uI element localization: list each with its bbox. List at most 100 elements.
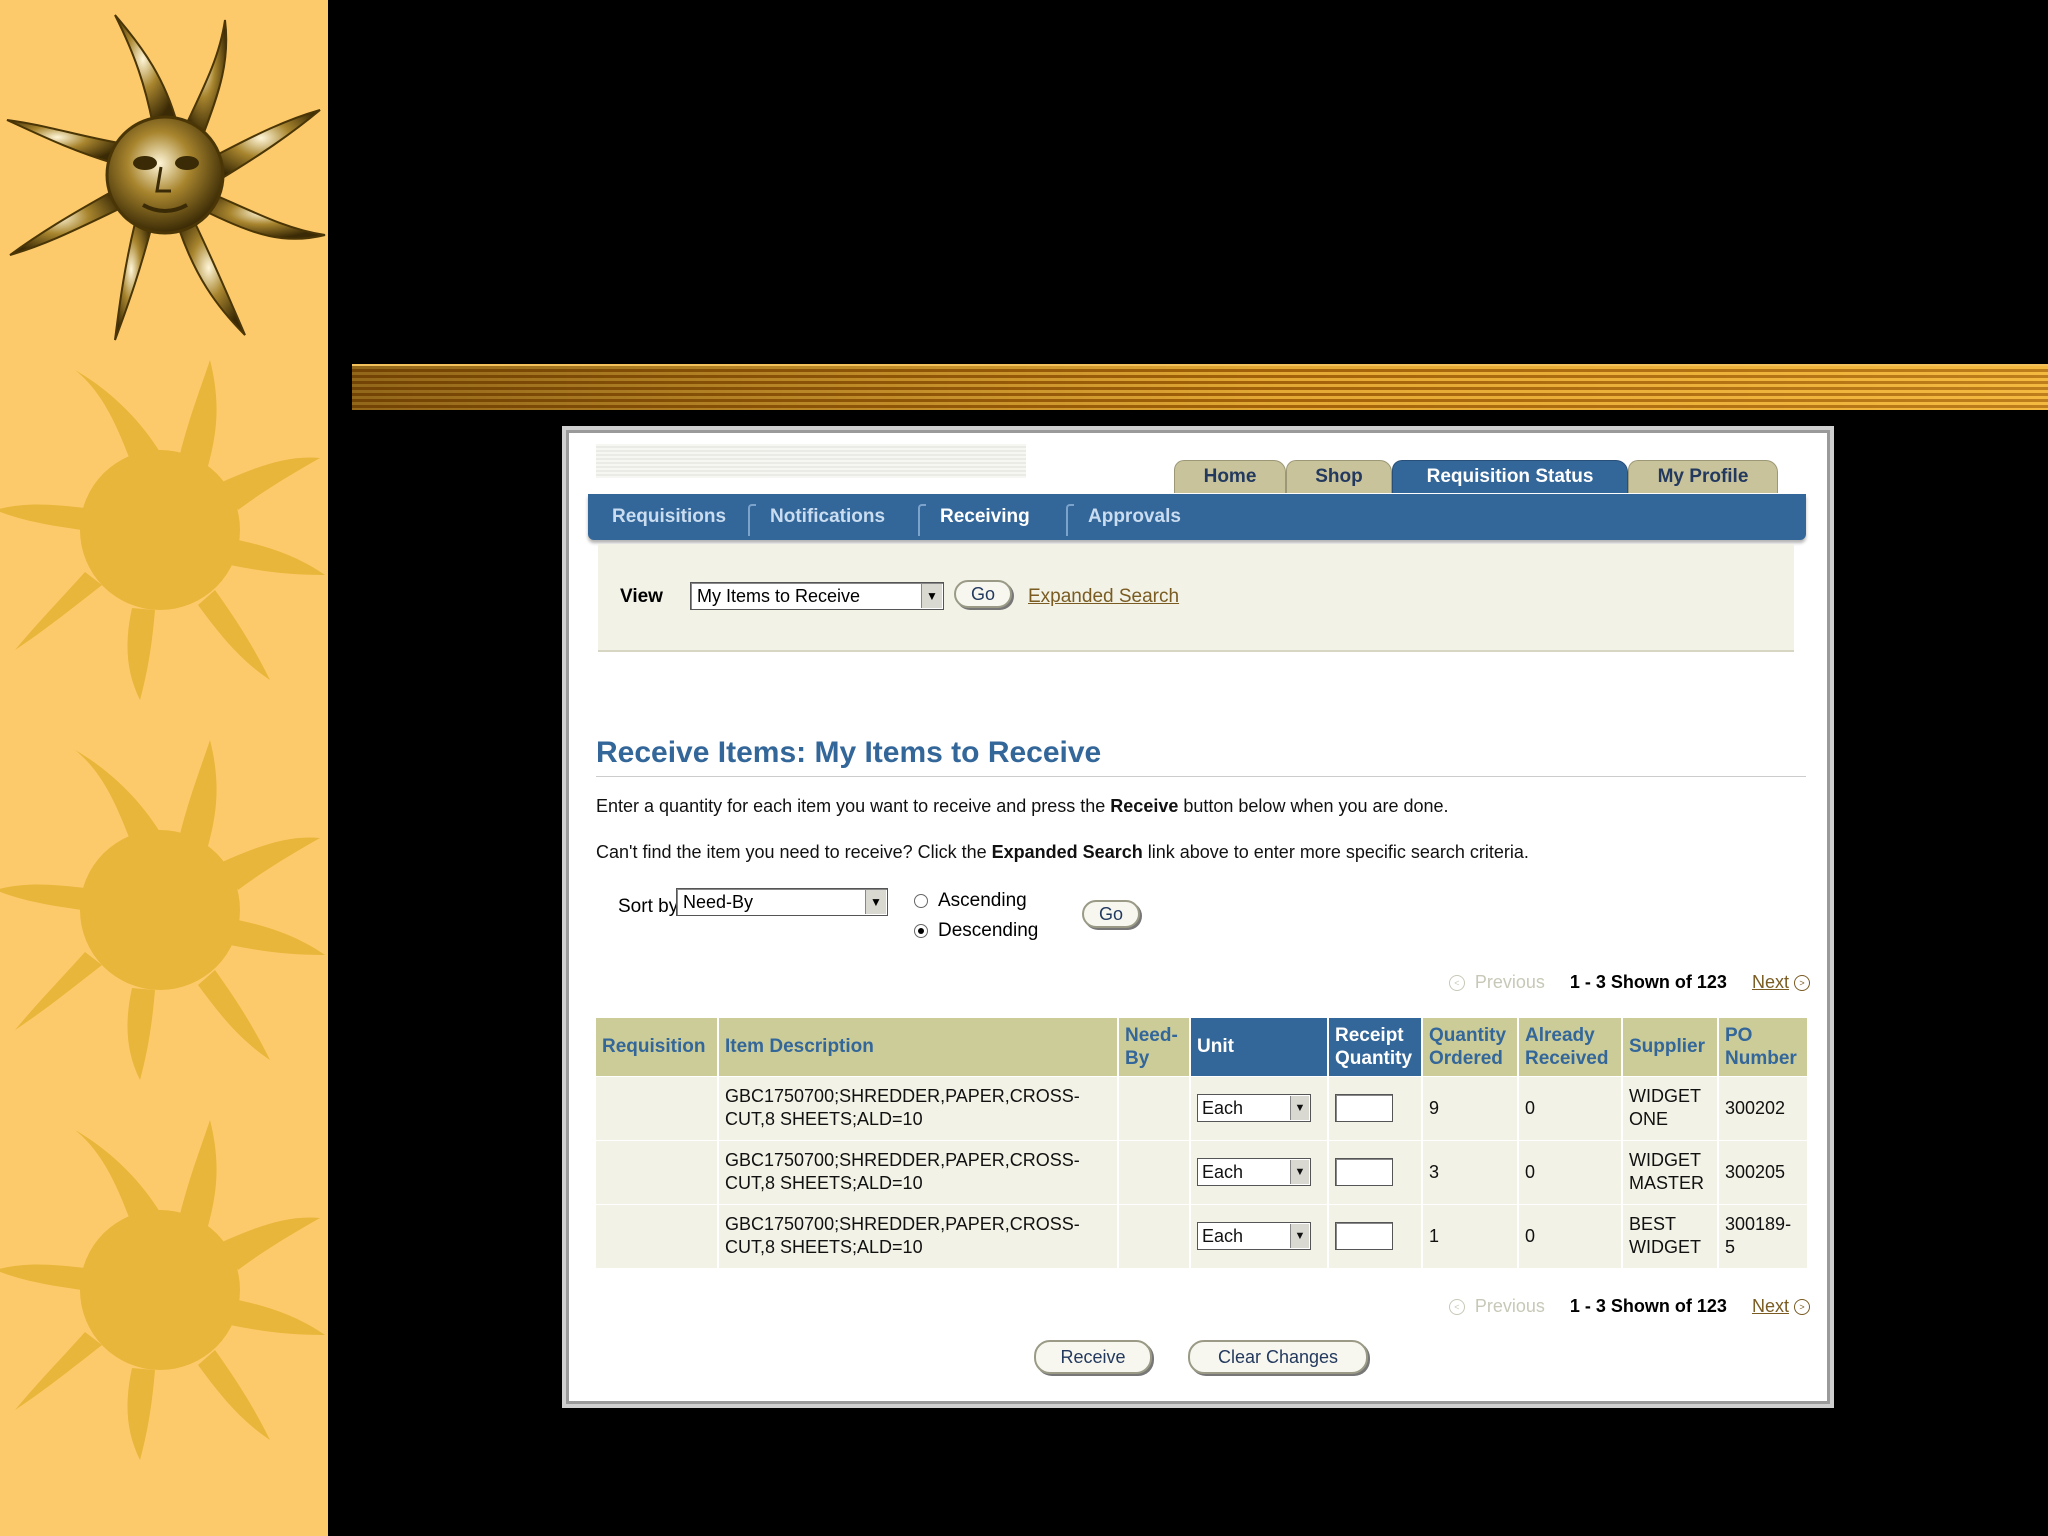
descending-label: Descending [938,920,1039,941]
subtab-divider [918,504,926,536]
requisition-cell[interactable] [596,1139,719,1204]
instruction-text: button below when you are done. [1178,796,1449,816]
quantity-ordered-cell: 1 [1422,1203,1519,1268]
need-by-cell [1118,1075,1191,1140]
subtab-divider [748,504,756,536]
view-select[interactable]: My Items to Receive ▼ [690,582,944,610]
chevron-left-icon: < [1448,1299,1465,1316]
col-already-received: Already Received [1518,1018,1623,1076]
receipt-quantity-cell [1328,1139,1423,1204]
unit-cell: Each ▼ [1190,1203,1329,1268]
dropdown-arrow-icon: ▼ [1290,1224,1309,1249]
instruction-text: link above to enter more specific search… [1142,842,1529,862]
col-receipt-quantity: Receipt Quantity [1328,1018,1423,1076]
tab-my-profile[interactable]: My Profile [1628,460,1778,493]
unit-select-value: Each [1202,1225,1244,1246]
slide-side-strip [0,0,328,1536]
tab-home[interactable]: Home [1174,460,1286,493]
previous-label: Previous [1474,972,1545,992]
instruction-text: Can't find the item you need to receive?… [596,842,992,862]
app-content: Home Shop Requisition Status My Profile … [578,440,1818,1394]
col-requisition: Requisition [596,1018,719,1076]
records-shown: 1 - 3 Shown of 123 [1569,1296,1727,1316]
sort-select-value: Need-By [683,891,754,912]
table-row: GBC1750700;SHREDDER,PAPER,CROSS-CUT,8 SH… [596,1139,1809,1204]
expanded-search-link[interactable]: Expanded Search [1028,586,1179,608]
sun-icon [0,740,325,1080]
next-link[interactable]: Next [1752,972,1789,992]
app-screenshot-frame: Home Shop Requisition Status My Profile … [562,426,1834,1408]
dropdown-arrow-icon: ▼ [1290,1160,1309,1184]
view-go-button[interactable]: Go [954,580,1012,608]
next-label: Next [1751,1296,1789,1316]
receipt-quantity-input[interactable] [1335,1094,1393,1122]
subtab-approvals[interactable]: Approvals [1088,494,1181,540]
col-po-number: PO Number [1718,1018,1809,1076]
subtab-notifications[interactable]: Notifications [770,494,885,540]
previous-link[interactable]: < Previous [1448,1296,1545,1316]
tab-shop[interactable]: Shop [1286,460,1392,493]
page-title: Receive Items: My Items to Receive [596,736,1102,769]
tab-requisition-status[interactable]: Requisition Status [1392,460,1628,493]
view-label: View [620,586,663,607]
chevron-right-icon[interactable]: > [1794,975,1810,992]
supplier-cell: WIDGET ONE [1622,1075,1719,1140]
clear-changes-button[interactable]: Clear Changes [1188,1340,1368,1374]
dropdown-arrow-icon: ▼ [865,890,886,914]
metal-sun-icon [6,14,326,341]
ascending-label: Ascending [938,890,1027,911]
subtab-receiving[interactable]: Receiving [940,494,1030,540]
already-received-cell: 0 [1518,1203,1623,1268]
unit-select-value: Each [1202,1161,1244,1182]
requisition-cell[interactable] [596,1075,719,1140]
unit-cell: Each ▼ [1190,1075,1329,1140]
need-by-cell [1118,1139,1191,1204]
po-number-cell: 300205 [1718,1139,1809,1204]
receipt-quantity-input[interactable] [1335,1222,1393,1251]
receipt-quantity-cell [1328,1203,1423,1268]
instruction-line-2: Can't find the item you need to receive?… [596,842,1529,863]
quantity-ordered-cell: 3 [1422,1139,1519,1204]
next-link[interactable]: Next [1752,1296,1789,1316]
previous-link[interactable]: < Previous [1448,972,1545,992]
sort-label: Sort by [618,896,679,917]
table-header-row: Requisition Item Description Need-By Uni… [596,1018,1809,1076]
col-need-by: Need-By [1118,1018,1191,1076]
supplier-cell: WIDGET MASTER [1622,1139,1719,1204]
sort-select[interactable]: Need-By ▼ [676,888,888,916]
ascending-radio[interactable] [914,894,928,908]
unit-select[interactable]: Each ▼ [1197,1158,1311,1186]
receive-button[interactable]: Receive [1034,1340,1152,1374]
unit-select[interactable]: Each ▼ [1197,1222,1311,1251]
view-region: View My Items to Receive ▼ Go Expanded S… [598,544,1794,652]
sun-icon [0,360,325,700]
instruction-line-1: Enter a quantity for each item you want … [596,796,1449,817]
dropdown-arrow-icon: ▼ [1290,1096,1309,1120]
supplier-cell: BEST WIDGET [1622,1203,1719,1268]
already-received-cell: 0 [1518,1139,1623,1204]
item-description-cell: GBC1750700;SHREDDER,PAPER,CROSS-CUT,8 SH… [718,1203,1119,1268]
receipt-quantity-input[interactable] [1335,1158,1393,1186]
descending-radio[interactable] [914,924,928,938]
table-row: GBC1750700;SHREDDER,PAPER,CROSS-CUT,8 SH… [596,1075,1809,1140]
subtab-bar: Requisitions Notifications Receiving App… [588,494,1806,540]
col-unit: Unit [1190,1018,1329,1076]
instruction-text: Enter a quantity for each item you want … [596,796,1111,816]
subtab-requisitions[interactable]: Requisitions [612,494,726,540]
quantity-ordered-cell: 9 [1422,1075,1519,1140]
logo-area [596,444,1026,478]
subtab-divider [1066,504,1074,536]
sort-go-button[interactable]: Go [1082,900,1140,928]
pager-top: < Previous 1 - 3 Shown of 123 Next > [1448,972,1810,993]
col-quantity-ordered: Quantity Ordered [1422,1018,1519,1076]
slide-title-band [352,364,2048,410]
item-description-cell: GBC1750700;SHREDDER,PAPER,CROSS-CUT,8 SH… [718,1139,1119,1204]
receipt-quantity-cell [1328,1075,1423,1140]
need-by-cell [1118,1203,1191,1268]
unit-select[interactable]: Each ▼ [1197,1094,1311,1122]
requisition-cell[interactable] [596,1203,719,1268]
unit-select-value: Each [1202,1097,1244,1118]
receive-items-table: Requisition Item Description Need-By Uni… [596,1018,1809,1268]
chevron-right-icon[interactable]: > [1794,1299,1810,1316]
already-received-cell: 0 [1518,1075,1623,1140]
